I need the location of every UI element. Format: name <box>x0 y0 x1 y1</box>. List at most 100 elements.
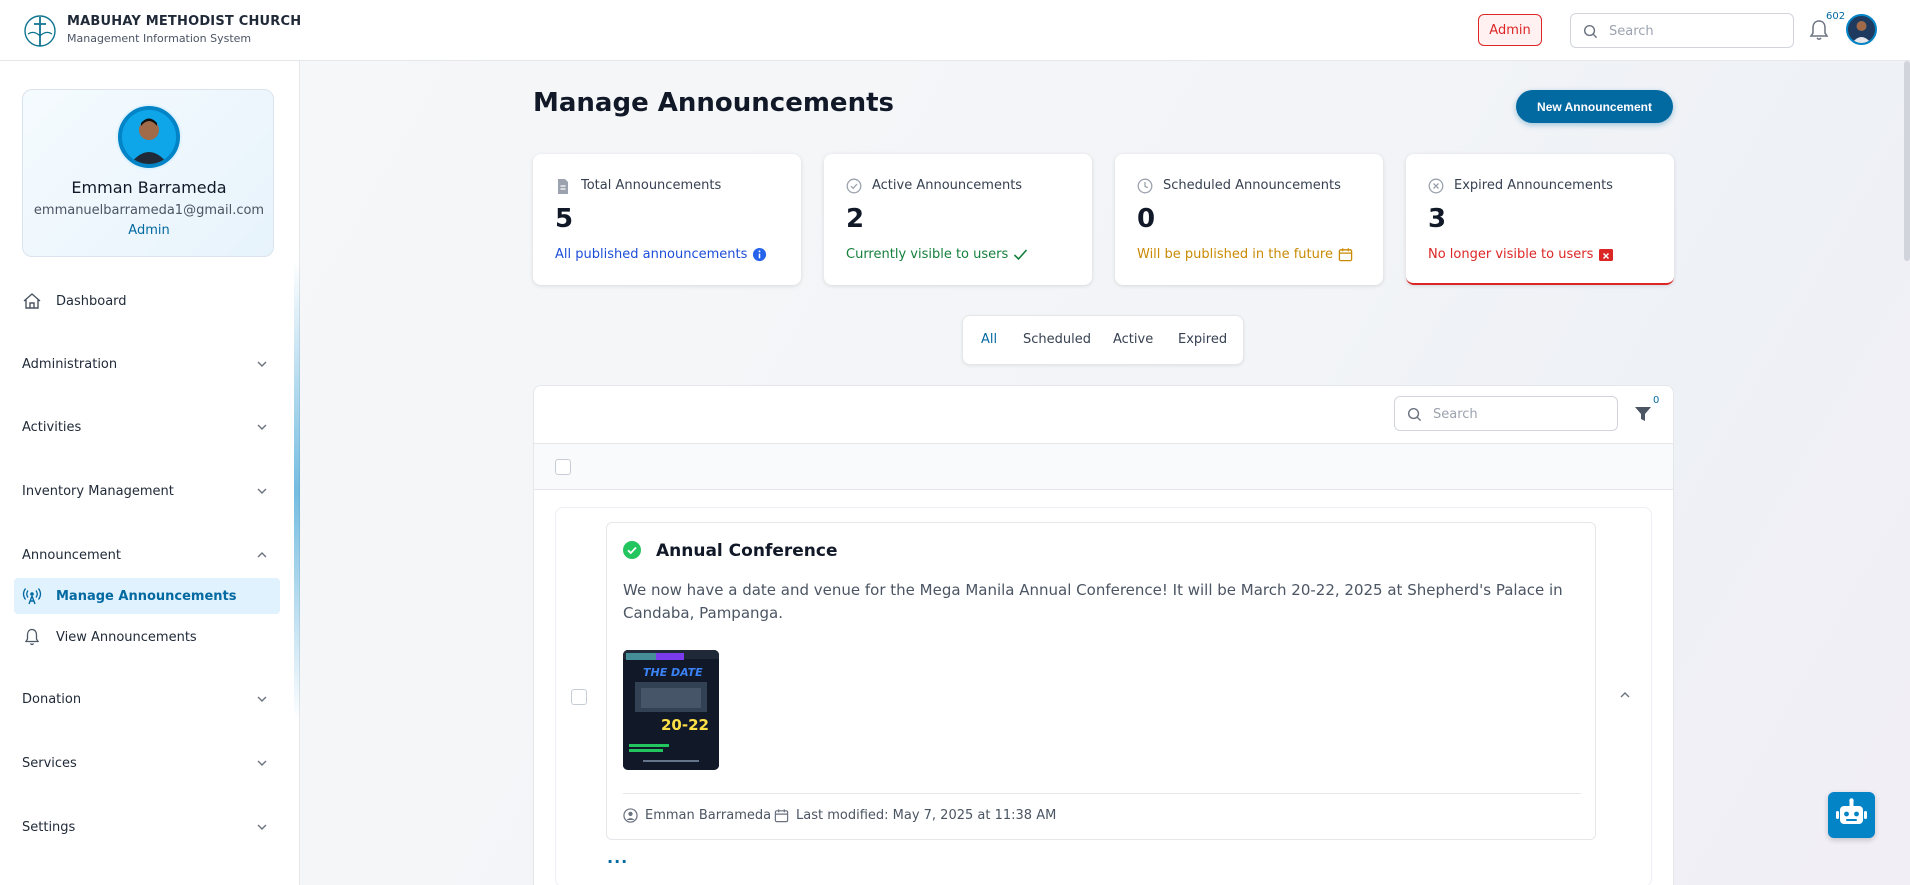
clock-icon <box>1137 178 1153 194</box>
chevron-up-icon[interactable] <box>1618 688 1632 702</box>
check-circle-icon <box>846 178 862 194</box>
chatbot-button[interactable] <box>1828 792 1875 838</box>
global-search[interactable] <box>1570 13 1794 48</box>
calendar-icon <box>774 809 789 823</box>
more-options-button[interactable]: ... <box>607 848 628 867</box>
sidebar-item-label: View Announcements <box>56 629 197 645</box>
stat-label: Total Announcements <box>581 178 722 193</box>
page-scrollbar[interactable] <box>1904 61 1910 261</box>
announcement-row: Annual Conference We now have a date and… <box>555 507 1652 885</box>
list-search-input[interactable] <box>1433 403 1603 425</box>
status-filter-tabs: All Scheduled Active Expired <box>962 315 1244 365</box>
profile-role: Admin <box>128 223 170 238</box>
announcement-image[interactable]: THE DATE 20-22 <box>623 650 719 770</box>
avatar-person-icon <box>1848 16 1875 43</box>
tab-expired[interactable]: Expired <box>1178 332 1227 347</box>
home-icon <box>23 293 41 309</box>
sidebar-item-donation[interactable]: Donation <box>14 681 280 717</box>
announcement-author: Emman Barrameda <box>623 808 771 823</box>
stat-description: No longer visible to users <box>1428 247 1614 262</box>
announcement-body: We now have a date and venue for the Meg… <box>623 581 1563 622</box>
search-icon <box>1583 24 1598 39</box>
checkmark-icon <box>1014 249 1028 261</box>
document-icon <box>558 179 568 194</box>
profile-email: emmanuelbarrameda1@gmail.com <box>33 203 265 218</box>
sidebar-item-label: Dashboard <box>56 293 127 309</box>
modified-date: Last modified: May 7, 2025 at 11:38 AM <box>796 808 1057 823</box>
sidebar: Emman Barrameda emmanuelbarrameda1@gmail… <box>0 61 300 885</box>
filter-icon[interactable] <box>1634 405 1652 423</box>
sidebar-item-label: Manage Announcements <box>56 588 237 604</box>
tab-all[interactable]: All <box>981 332 997 347</box>
announcement-title: Annual Conference <box>656 541 838 561</box>
calendar-icon <box>1338 248 1353 262</box>
calendar-x-icon <box>1599 249 1614 261</box>
stat-card-active: Active Announcements 2 Currently visible… <box>824 154 1092 285</box>
sidebar-item-label: Donation <box>22 691 82 707</box>
tab-active[interactable]: Active <box>1113 332 1153 347</box>
global-search-input[interactable] <box>1609 20 1779 42</box>
user-avatar[interactable] <box>1846 14 1877 45</box>
search-icon <box>1407 407 1422 422</box>
sidebar-item-dashboard[interactable]: Dashboard <box>14 283 280 319</box>
stat-label: Expired Announcements <box>1454 178 1613 193</box>
stat-value: 5 <box>555 204 574 234</box>
chevron-down-icon <box>257 824 267 830</box>
sidebar-item-announcement[interactable]: Announcement <box>14 537 280 573</box>
x-circle-icon <box>1428 178 1444 194</box>
stat-label: Scheduled Announcements <box>1163 178 1341 193</box>
chevron-down-icon <box>257 488 267 494</box>
profile-card: Emman Barrameda emmanuelbarrameda1@gmail… <box>22 89 274 257</box>
select-all-checkbox[interactable] <box>555 459 571 475</box>
profile-name: Emman Barrameda <box>71 178 227 197</box>
stat-description: Will be published in the future <box>1137 247 1353 262</box>
sidebar-item-manage-announcements[interactable]: Manage Announcements <box>14 578 280 614</box>
robot-icon <box>1836 798 1867 824</box>
tab-scheduled[interactable]: Scheduled <box>1023 332 1091 347</box>
stat-card-total: Total Announcements 5 All published anno… <box>533 154 801 285</box>
sidebar-item-label: Activities <box>22 419 82 435</box>
sidebar-item-administration[interactable]: Administration <box>14 346 280 382</box>
role-badge[interactable]: Admin <box>1478 14 1542 46</box>
stat-desc-text: Will be published in the future <box>1137 247 1333 262</box>
user-circle-icon <box>623 808 638 823</box>
church-logo-icon[interactable] <box>22 12 58 48</box>
new-announcement-button[interactable]: New Announcement <box>1516 90 1673 123</box>
meta-divider <box>623 793 1581 794</box>
row-checkbox[interactable] <box>571 689 587 705</box>
main-content: Manage Announcements New Announcement To… <box>300 61 1910 885</box>
stat-value: 2 <box>846 204 865 234</box>
sidebar-item-label: Administration <box>22 356 118 372</box>
stat-description: Currently visible to users <box>846 247 1028 262</box>
sidebar-item-inventory-management[interactable]: Inventory Management <box>14 473 280 509</box>
info-icon <box>753 247 767 262</box>
announcement-modified: Last modified: May 7, 2025 at 11:38 AM <box>774 808 1056 823</box>
chevron-down-icon <box>257 760 267 766</box>
profile-avatar[interactable] <box>118 106 180 168</box>
sidebar-item-services[interactable]: Services <box>14 745 280 781</box>
author-name: Emman Barrameda <box>645 808 772 823</box>
announcement-list-panel: 0 Annual Conference We now have a date a… <box>533 385 1674 885</box>
announcement-card[interactable]: Annual Conference We now have a date and… <box>606 522 1596 840</box>
chevron-up-icon <box>257 552 267 558</box>
sidebar-item-settings[interactable]: Settings <box>14 809 280 845</box>
poster-dates: 20-22 <box>661 716 709 734</box>
stat-card-expired: Expired Announcements 3 No longer visibl… <box>1406 154 1674 285</box>
stat-desc-text: Currently visible to users <box>846 247 1009 262</box>
list-search[interactable] <box>1394 396 1618 431</box>
stat-description: All published announcements <box>555 247 767 262</box>
conference-poster-image: THE DATE 20-22 <box>623 650 719 770</box>
poster-heading: THE DATE <box>643 666 703 679</box>
page-title: Manage Announcements <box>533 88 894 118</box>
church-name: MABUHAY METHODIST CHURCH <box>67 14 302 29</box>
stat-label: Active Announcements <box>872 178 1023 193</box>
sidebar-item-label: Inventory Management <box>22 483 174 499</box>
chevron-down-icon <box>257 696 267 702</box>
sidebar-item-activities[interactable]: Activities <box>14 409 280 445</box>
stat-value: 3 <box>1428 204 1447 234</box>
app-subtitle: Management Information System <box>67 32 252 45</box>
stat-card-scheduled: Scheduled Announcements 0 Will be publis… <box>1115 154 1383 285</box>
sidebar-item-view-announcements[interactable]: View Announcements <box>14 619 280 655</box>
sidebar-item-label: Services <box>22 755 77 771</box>
profile-person-icon <box>122 110 176 164</box>
